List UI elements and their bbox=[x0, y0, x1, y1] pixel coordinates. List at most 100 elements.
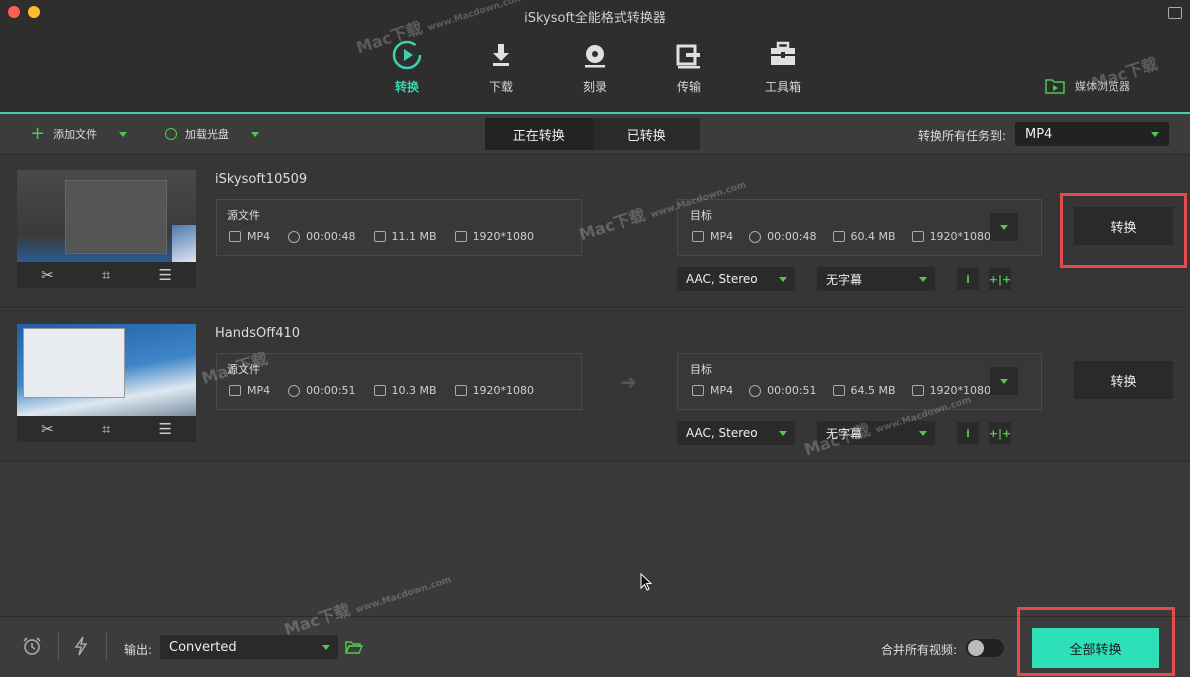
tab-label: 刻录 bbox=[582, 80, 607, 94]
target-format-dropdown[interactable] bbox=[990, 213, 1018, 241]
target-format-dropdown[interactable] bbox=[990, 367, 1018, 395]
add-file-label: 添加文件 bbox=[53, 128, 98, 141]
info-icon: i bbox=[966, 426, 970, 440]
settings-sliders-icon[interactable]: ☰ bbox=[158, 266, 171, 284]
open-folder-icon[interactable] bbox=[345, 640, 363, 654]
target-label: 目标 bbox=[690, 363, 712, 376]
tab-burn[interactable]: 刻录 bbox=[555, 40, 635, 95]
convert-button[interactable]: 转换 bbox=[1074, 207, 1173, 245]
folder-play-icon bbox=[1045, 79, 1065, 94]
load-disc-label: 加载光盘 bbox=[185, 128, 229, 141]
arrow-right-icon: ➜ bbox=[620, 370, 637, 394]
subtitle-value: 无字幕 bbox=[826, 272, 863, 287]
chevron-down-icon[interactable] bbox=[119, 131, 128, 137]
clock-icon bbox=[749, 230, 762, 243]
chevron-down-icon bbox=[1000, 378, 1008, 384]
source-info-box: 源文件 MP4 00:00:48 11.1 MB 1920*1080 bbox=[216, 199, 582, 256]
target-size: 64.5 MB bbox=[850, 384, 896, 397]
source-size: 10.3 MB bbox=[391, 384, 437, 397]
tab-transfer[interactable]: 传输 bbox=[649, 40, 729, 95]
info-button[interactable]: i bbox=[957, 268, 979, 290]
target-info-box[interactable]: 目标 MP4 00:00:48 60.4 MB 1920*1080 bbox=[677, 199, 1042, 256]
clock-icon bbox=[749, 384, 762, 397]
clock-icon bbox=[288, 230, 301, 243]
film-icon bbox=[692, 385, 704, 396]
audio-select[interactable]: AAC, Stereo bbox=[677, 421, 795, 445]
target-info-box[interactable]: 目标 MP4 00:00:51 64.5 MB 1920*1080 bbox=[677, 353, 1042, 410]
subtitle-select[interactable]: 无字幕 bbox=[817, 267, 935, 291]
split-icon: +|+ bbox=[988, 426, 1012, 440]
alarm-clock-icon[interactable] bbox=[22, 636, 42, 656]
chat-icon[interactable] bbox=[1168, 7, 1182, 19]
scissors-icon[interactable]: ✂ bbox=[41, 266, 54, 284]
source-duration: 00:00:48 bbox=[306, 230, 356, 243]
output-folder-select[interactable]: Converted bbox=[160, 635, 338, 659]
resolution-icon bbox=[911, 385, 924, 396]
tab-converted[interactable]: 已转换 bbox=[593, 118, 701, 150]
target-duration: 00:00:51 bbox=[767, 384, 817, 397]
thumbnail-image bbox=[17, 170, 196, 262]
tab-toolbox[interactable]: 工具箱 bbox=[743, 40, 823, 95]
video-thumbnail[interactable]: ✂ ⌗ ☰ bbox=[17, 324, 196, 442]
file-name: HandsOff410 bbox=[215, 326, 301, 341]
tab-label: 下载 bbox=[488, 80, 513, 94]
crop-icon[interactable]: ⌗ bbox=[102, 266, 110, 284]
chevron-down-icon bbox=[919, 277, 927, 282]
file-name: iSkysoft10509 bbox=[215, 172, 308, 187]
output-label: 输出: bbox=[124, 643, 153, 657]
resolution-icon bbox=[911, 231, 924, 242]
download-icon bbox=[493, 44, 509, 66]
settings-sliders-icon[interactable]: ☰ bbox=[158, 420, 171, 438]
source-label: 源文件 bbox=[227, 209, 260, 222]
chevron-down-icon bbox=[779, 277, 787, 282]
tab-label: 转换 bbox=[394, 80, 419, 94]
output-format-value: MP4 bbox=[1025, 126, 1053, 142]
tab-download[interactable]: 下载 bbox=[461, 40, 541, 95]
tab-label: 传输 bbox=[676, 80, 701, 94]
add-file-button[interactable]: + 添加文件 bbox=[30, 123, 128, 144]
output-folder-value: Converted bbox=[169, 639, 237, 655]
output-format-select[interactable]: MP4 bbox=[1015, 122, 1169, 146]
lightning-icon[interactable] bbox=[74, 636, 88, 656]
watermark-url: www.Macdown.com bbox=[354, 575, 453, 616]
audio-select[interactable]: AAC, Stereo bbox=[677, 267, 795, 291]
merge-split-button[interactable]: +|+ bbox=[989, 268, 1011, 290]
folder-icon bbox=[373, 231, 386, 242]
film-icon bbox=[229, 231, 241, 242]
source-resolution: 1920*1080 bbox=[472, 230, 535, 243]
audio-value: AAC, Stereo bbox=[686, 272, 758, 286]
folder-icon bbox=[832, 385, 845, 396]
resolution-icon bbox=[454, 385, 467, 396]
load-disc-button[interactable]: 加载光盘 bbox=[165, 126, 259, 142]
divider bbox=[106, 631, 107, 661]
chevron-down-icon bbox=[1151, 132, 1159, 137]
film-icon bbox=[229, 385, 241, 396]
convert-button[interactable]: 转换 bbox=[1074, 361, 1173, 399]
crop-icon[interactable]: ⌗ bbox=[102, 420, 110, 438]
info-button[interactable]: i bbox=[957, 422, 979, 444]
source-resolution: 1920*1080 bbox=[472, 384, 535, 397]
convert-all-button[interactable]: 全部转换 bbox=[1032, 628, 1159, 668]
video-thumbnail[interactable]: ✂ ⌗ ☰ bbox=[17, 170, 196, 288]
target-duration: 00:00:48 bbox=[767, 230, 817, 243]
info-icon: i bbox=[966, 272, 970, 286]
disc-icon bbox=[585, 45, 605, 68]
chevron-down-icon bbox=[322, 645, 330, 650]
source-format: MP4 bbox=[247, 384, 271, 397]
scissors-icon[interactable]: ✂ bbox=[41, 420, 54, 438]
plus-icon: + bbox=[30, 123, 46, 144]
window-title: iSkysoft全能格式转换器 bbox=[524, 11, 666, 26]
folder-icon bbox=[832, 231, 845, 242]
divider bbox=[58, 631, 59, 661]
chevron-down-icon[interactable] bbox=[251, 131, 259, 137]
disc-add-icon bbox=[165, 128, 177, 140]
source-format: MP4 bbox=[247, 230, 271, 243]
source-size: 11.1 MB bbox=[391, 230, 437, 243]
target-format: MP4 bbox=[710, 230, 734, 243]
tab-converting[interactable]: 正在转换 bbox=[485, 118, 593, 150]
tab-label: 工具箱 bbox=[764, 80, 801, 94]
merge-split-button[interactable]: +|+ bbox=[989, 422, 1011, 444]
folder-icon bbox=[373, 385, 386, 396]
transfer-icon bbox=[676, 44, 700, 69]
target-format: MP4 bbox=[710, 384, 734, 397]
